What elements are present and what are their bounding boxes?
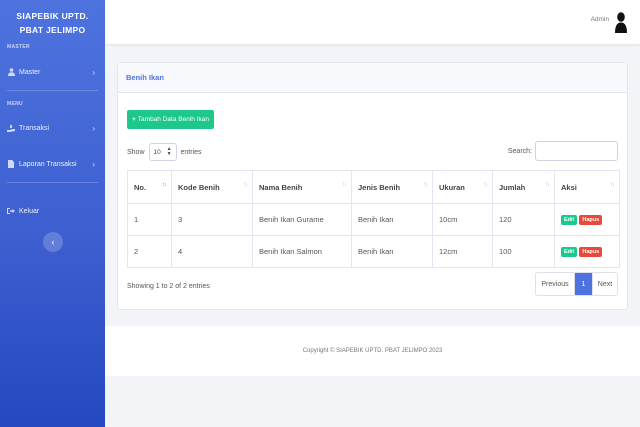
benih-ikan-card: Benih Ikan + Tambah Data Benih Ikan Show… <box>117 62 628 310</box>
sidebar-item-label: Transaksi <box>19 124 50 132</box>
plus-icon: + <box>132 116 136 123</box>
cell-jenis: Benih Ikan <box>351 235 433 268</box>
column-no[interactable]: No. ↑↓ <box>127 170 172 204</box>
next-page-button[interactable]: Next <box>592 273 617 295</box>
page-size-value: 10 <box>153 148 161 156</box>
cell-ukuran: 12cm <box>432 235 493 268</box>
cell-jumlah: 100 <box>492 235 555 268</box>
chevron-left-icon: ‹ <box>51 237 55 247</box>
user-name[interactable]: Admin <box>591 16 609 23</box>
hand-icon <box>7 124 15 132</box>
cell-nama: Benih Ikan Salmon <box>252 235 352 268</box>
sidebar-toggle-button[interactable]: ‹ <box>43 232 63 252</box>
sidebar-heading-menu: MENU <box>7 101 23 107</box>
brand-line-1: SIAPEBIK UPTD. <box>16 11 89 21</box>
sort-icon: ↑↓ <box>545 182 550 188</box>
column-ukuran[interactable]: Ukuran ↑↓ <box>432 170 493 204</box>
search-input[interactable] <box>535 141 618 161</box>
page-size-control: Show 10 ▲ ▼ entries <box>127 143 202 161</box>
cell-kode: 3 <box>171 203 253 236</box>
page-size-select[interactable]: 10 ▲ ▼ <box>148 143 177 161</box>
entries-label: entries <box>180 148 202 156</box>
column-jumlah[interactable]: Jumlah ↑↓ <box>492 170 555 204</box>
search-label: Search: <box>507 147 532 155</box>
table-info: Showing 1 to 2 of 2 entries <box>127 283 210 290</box>
search-control: Search: <box>508 141 618 161</box>
cell-kode: 4 <box>171 235 253 268</box>
pagination: Previous 1 Next <box>535 272 618 296</box>
brand-line-2: PBAT JELIMPO <box>19 25 86 35</box>
cell-jumlah: 120 <box>492 203 555 236</box>
sidebar-item-laporan-transaksi[interactable]: Laporan Transaksi › <box>0 156 105 172</box>
brand[interactable]: SIAPEBIK UPTD. PBAT JELIMPO <box>0 0 105 44</box>
table-row: 1 3 Benih Ikan Gurame Benih Ikan 10cm 12… <box>127 203 620 236</box>
sidebar-divider <box>7 182 98 183</box>
logout-icon <box>7 207 15 215</box>
cell-aksi: Edit Hapus <box>554 235 620 268</box>
delete-button[interactable]: Hapus <box>579 247 603 257</box>
show-label: Show <box>127 148 145 156</box>
topbar: Admin <box>105 0 640 44</box>
sort-icon: ↑↓ <box>423 182 428 188</box>
copyright-text: Copyright © SIAPEBIK UPTD. PBAT JELIMPO … <box>302 348 443 354</box>
sort-icon: ↑↓ <box>342 182 347 188</box>
table-header-row: No. ↑↓ Kode Benih ↑↓ Nama Benih ↑↓ Jenis Be… <box>127 170 620 204</box>
sidebar-item-label: Laporan Transaksi <box>19 160 77 168</box>
delete-button[interactable]: Hapus <box>579 215 603 225</box>
sort-icon: ↑↓ <box>483 182 488 188</box>
file-icon <box>7 160 15 168</box>
chevron-right-icon: › <box>92 159 95 169</box>
cell-aksi: Edit Hapus <box>554 203 620 236</box>
select-arrows-icon: ▲ ▼ <box>166 146 172 157</box>
cell-jenis: Benih Ikan <box>351 203 433 236</box>
cell-ukuran: 10cm <box>432 203 493 236</box>
cell-no: 2 <box>127 235 172 268</box>
sidebar: SIAPEBIK UPTD. PBAT JELIMPO MASTER Maste… <box>0 0 105 427</box>
sort-icon: ↑↓ <box>243 182 248 188</box>
cell-nama: Benih Ikan Gurame <box>252 203 352 236</box>
cell-no: 1 <box>127 203 172 236</box>
sort-icon: ↑↓ <box>162 182 167 188</box>
column-kode-benih[interactable]: Kode Benih ↑↓ <box>171 170 253 204</box>
add-benih-label: Tambah Data Benih Ikan <box>137 116 209 123</box>
column-jenis-benih[interactable]: Jenis Benih ↑↓ <box>351 170 433 204</box>
edit-button[interactable]: Edit <box>561 247 578 257</box>
sidebar-item-label: Master <box>19 68 41 76</box>
benih-table: No. ↑↓ Kode Benih ↑↓ Nama Benih ↑↓ Jenis Be… <box>127 170 620 268</box>
sidebar-item-transaksi[interactable]: Transaksi › <box>0 120 105 136</box>
sidebar-item-label: Keluar <box>19 207 40 215</box>
page-1-button[interactable]: 1 <box>575 273 592 295</box>
edit-button[interactable]: Edit <box>561 215 578 225</box>
table-row: 2 4 Benih Ikan Salmon Benih Ikan 12cm 10… <box>127 235 620 268</box>
card-title: Benih Ikan <box>118 63 627 93</box>
chevron-right-icon: › <box>92 123 95 133</box>
add-benih-button[interactable]: + Tambah Data Benih Ikan <box>127 110 214 129</box>
sort-icon: ↑↓ <box>610 182 615 188</box>
sidebar-heading-master: MASTER <box>7 44 30 50</box>
column-aksi[interactable]: Aksi ↑↓ <box>554 170 620 204</box>
footer: Copyright © SIAPEBIK UPTD. PBAT JELIMPO … <box>105 326 640 376</box>
sidebar-item-master[interactable]: Master › <box>0 64 105 80</box>
previous-page-button[interactable]: Previous <box>536 273 575 295</box>
column-nama-benih[interactable]: Nama Benih ↑↓ <box>252 170 352 204</box>
sidebar-divider <box>7 90 98 91</box>
chevron-right-icon: › <box>92 67 95 77</box>
sidebar-item-keluar[interactable]: Keluar <box>0 203 105 219</box>
user-icon <box>7 68 15 76</box>
avatar-icon[interactable] <box>615 11 627 33</box>
